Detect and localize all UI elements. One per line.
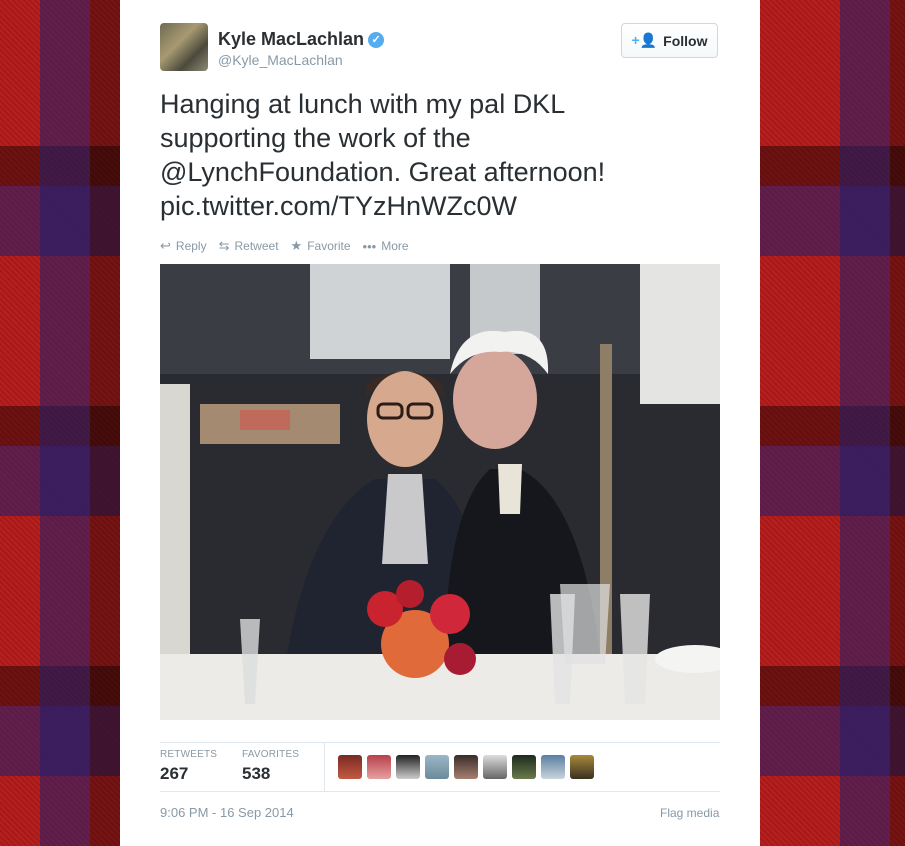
favorite-action[interactable]: ★ Favorite — [291, 238, 351, 254]
more-action[interactable]: ••• More — [363, 238, 409, 254]
tweet-text-line3: . Great afternoon! — [393, 157, 606, 187]
favoriter-avatar[interactable] — [483, 755, 507, 779]
favoriter-avatar[interactable] — [425, 755, 449, 779]
user-display-name[interactable]: Kyle MacLachlan ✓ — [218, 29, 385, 50]
media-link[interactable]: pic.twitter.com/TYzHnWZc0W — [160, 191, 517, 221]
retweet-label: Retweet — [234, 239, 279, 253]
follow-button-label: Follow — [663, 32, 708, 49]
display-name-text[interactable]: Kyle MacLachlan — [218, 29, 364, 49]
favoriter-avatar[interactable] — [512, 755, 536, 779]
tweet-text-line2: supporting the work of the — [160, 123, 471, 153]
tweet-text-line1: Hanging at lunch with my pal DKL — [160, 89, 566, 119]
verified-badge-icon: ✓ — [368, 32, 385, 48]
tweet-text: Hanging at lunch with my pal DKL support… — [160, 87, 720, 223]
follow-button[interactable]: +👤 Follow — [621, 23, 718, 58]
user-avatar[interactable] — [160, 23, 208, 71]
favorites-label: FAVORITES — [242, 749, 300, 760]
tweet-card: Kyle MacLachlan ✓ @Kyle_MacLachlan +👤 Fol… — [120, 0, 760, 846]
retweets-label: RETWEETS — [160, 749, 218, 760]
favoriter-avatar[interactable] — [367, 755, 391, 779]
retweet-icon: ⇆ — [218, 238, 230, 253]
favoriter-avatar[interactable] — [454, 755, 478, 779]
flag-media-link[interactable]: Flag media — [660, 806, 719, 820]
mention-link[interactable]: @LynchFoundation — [160, 157, 394, 187]
favoriters-avatars — [338, 755, 594, 779]
reply-action[interactable]: ↩ Reply — [160, 238, 207, 254]
more-dots-icon: ••• — [362, 238, 377, 254]
favorites-stat[interactable]: FAVORITES 538 — [242, 749, 299, 784]
favoriter-avatar[interactable] — [338, 755, 362, 779]
tweet-stats: RETWEETS 267 FAVORITES 538 — [160, 742, 720, 792]
retweets-stat[interactable]: RETWEETS 267 — [160, 749, 217, 784]
favoriter-avatar[interactable] — [570, 755, 594, 779]
photo-illustration — [160, 264, 720, 720]
reply-icon: ↩ — [160, 238, 171, 253]
more-label: More — [381, 239, 409, 253]
stats-divider — [324, 743, 325, 791]
follow-user-plus-icon: +👤 — [631, 32, 658, 48]
retweets-count: 267 — [160, 764, 189, 783]
reply-label: Reply — [175, 239, 207, 253]
retweet-action[interactable]: ⇆ Retweet — [219, 238, 279, 254]
user-handle[interactable]: @Kyle_MacLachlan — [218, 52, 343, 68]
favorite-label: Favorite — [307, 239, 351, 253]
favorites-count: 538 — [242, 764, 271, 783]
tweet-photo[interactable] — [160, 264, 720, 720]
favorite-star-icon: ★ — [290, 238, 303, 253]
tweet-timestamp[interactable]: 9:06 PM - 16 Sep 2014 — [160, 805, 294, 820]
favoriter-avatar[interactable] — [541, 755, 565, 779]
favoriter-avatar[interactable] — [396, 755, 420, 779]
tweet-actions: ↩ Reply ⇆ Retweet ★ Favorite ••• More — [160, 238, 409, 254]
